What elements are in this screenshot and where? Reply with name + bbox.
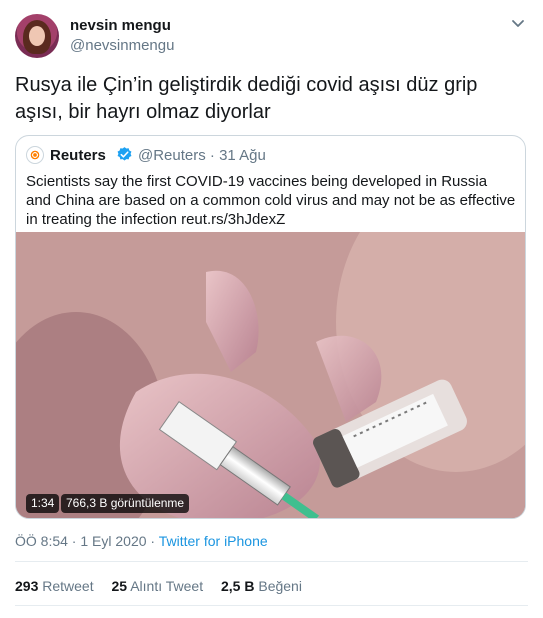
stat-label: Beğeni: [258, 578, 302, 594]
divider: [15, 561, 528, 562]
video-frame-image: [16, 232, 525, 518]
author-name[interactable]: nevsin mengu: [70, 17, 171, 34]
tweet: nevsin mengu @nevsinmengu Rusya ile Çin’…: [0, 0, 543, 618]
tweet-meta: ÖÖ 8:54 · 1 Eyl 2020 · Twitter for iPhon…: [15, 533, 268, 549]
author-handle[interactable]: @nevsinmengu: [70, 37, 174, 54]
avatar-face: [29, 26, 45, 46]
stat-likes[interactable]: 2,5 B Beğeni: [221, 578, 302, 594]
verified-badge-icon: [117, 147, 132, 161]
video-duration: 1:34: [26, 494, 60, 513]
quoted-handle-date: @Reuters · 31 Ağu: [138, 147, 266, 164]
quoted-avatar: [26, 146, 44, 164]
divider: [15, 605, 528, 606]
video-player[interactable]: 1:34 766,3 B görüntülenme: [16, 232, 525, 518]
chevron-down-icon[interactable]: [510, 18, 526, 30]
tweet-source[interactable]: Twitter for iPhone: [159, 533, 268, 549]
stat-count: 25: [111, 578, 128, 594]
quoted-text: Scientists say the first COVID-19 vaccin…: [26, 173, 516, 228]
stat-retweets[interactable]: 293 Retweet: [15, 578, 94, 594]
tweet-text: Rusya ile Çin’in geliştirdik dediği covi…: [15, 74, 478, 123]
tweet-timestamp[interactable]: ÖÖ 8:54 · 1 Eyl 2020 ·: [15, 533, 159, 549]
stat-quote-tweets[interactable]: 25 Alıntı Tweet: [112, 578, 204, 594]
stat-count: 2,5 B: [221, 578, 255, 594]
quoted-tweet[interactable]: Reuters @Reuters · 31 Ağu Scientists say…: [15, 135, 526, 519]
stat-label: Retweet: [42, 578, 94, 594]
video-view-count: 766,3 B görüntülenme: [61, 494, 190, 513]
stat-count: 293: [15, 578, 39, 594]
author-avatar[interactable]: [15, 14, 59, 58]
quoted-name: Reuters: [50, 147, 106, 164]
stat-label: Alıntı Tweet: [130, 578, 204, 594]
tweet-stats: 293 Retweet 25 Alıntı Tweet 2,5 B Beğeni: [15, 578, 316, 594]
